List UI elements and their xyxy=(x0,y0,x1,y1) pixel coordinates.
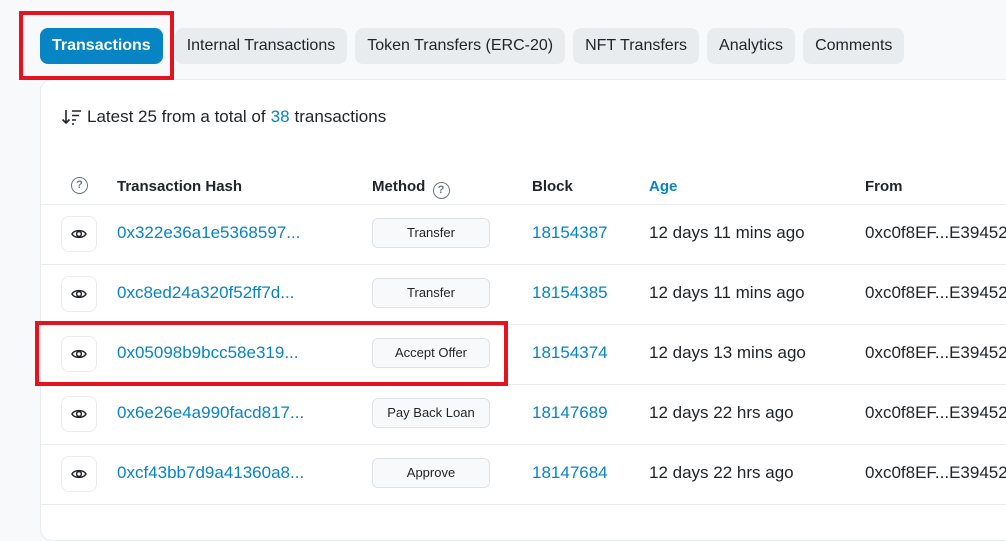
transaction-count-link[interactable]: 38 xyxy=(271,107,290,127)
age-text: 12 days 11 mins ago xyxy=(649,283,805,302)
column-from: From xyxy=(865,178,903,195)
tab-comments[interactable]: Comments xyxy=(803,28,905,64)
tab-nft-transfers[interactable]: NFT Transfers xyxy=(573,28,700,64)
preview-button[interactable] xyxy=(61,216,97,252)
block-link[interactable]: 18154387 xyxy=(532,223,608,243)
summary-suffix: transactions xyxy=(294,107,387,126)
from-address[interactable]: 0xc0f8EF...E39452 xyxy=(865,343,1006,363)
table-row: 0x322e36a1e5368597... Transfer 18154387 … xyxy=(41,204,1006,265)
block-link[interactable]: 18154374 xyxy=(532,343,608,363)
method-badge: Transfer xyxy=(372,218,490,248)
column-method-label: Method xyxy=(372,178,426,195)
transaction-hash-link[interactable]: 0x322e36a1e5368597... xyxy=(117,223,300,243)
column-block: Block xyxy=(532,178,573,195)
preview-button[interactable] xyxy=(61,336,97,372)
transaction-hash-link[interactable]: 0xcf43bb7d9a41360a8... xyxy=(117,463,304,483)
method-badge: Accept Offer xyxy=(372,338,490,368)
block-link[interactable]: 18147684 xyxy=(532,463,608,483)
transaction-hash-link[interactable]: 0x6e26e4a990facd817... xyxy=(117,403,304,423)
tab-analytics[interactable]: Analytics xyxy=(707,28,796,64)
age-text: 12 days 11 mins ago xyxy=(649,223,805,242)
table-row: 0x6e26e4a990facd817... Pay Back Loan 181… xyxy=(41,384,1006,445)
transaction-hash-link[interactable]: 0x05098b9bcc58e319... xyxy=(117,343,299,363)
preview-button[interactable] xyxy=(61,396,97,432)
help-icon[interactable]: ? xyxy=(71,177,88,194)
table-row: 0x05098b9bcc58e319... Accept Offer 18154… xyxy=(41,324,1006,385)
from-address[interactable]: 0xc0f8EF...E39452 xyxy=(865,223,1006,243)
tab-bar: Transactions Internal Transactions Token… xyxy=(40,28,905,64)
summary-prefix: Latest 25 from a total of xyxy=(87,107,266,126)
eye-icon xyxy=(71,349,87,359)
table-row: 0xc8ed24a320f52ff7d... Transfer 18154385… xyxy=(41,264,1006,325)
method-badge: Transfer xyxy=(372,278,490,308)
table-header: ? Transaction Hash Method ? Block Age Fr… xyxy=(41,168,1006,205)
age-text: 12 days 13 mins ago xyxy=(649,343,806,362)
column-transaction-hash: Transaction Hash xyxy=(117,178,243,195)
block-link[interactable]: 18154385 xyxy=(532,283,608,303)
transaction-hash-link[interactable]: 0xc8ed24a320f52ff7d... xyxy=(117,283,294,303)
tab-internal-transactions[interactable]: Internal Transactions xyxy=(174,28,348,64)
eye-icon xyxy=(71,469,87,479)
transactions-card: Latest 25 from a total of 38 transaction… xyxy=(40,79,1006,541)
table-row: 0xcf43bb7d9a41360a8... Approve 18147684 … xyxy=(41,444,1006,505)
eye-icon xyxy=(71,289,87,299)
preview-button[interactable] xyxy=(61,276,97,312)
age-text: 12 days 22 hrs ago xyxy=(649,403,794,422)
from-address[interactable]: 0xc0f8EF...E39452 xyxy=(865,463,1006,483)
method-badge: Pay Back Loan xyxy=(372,398,490,428)
method-help-icon[interactable]: ? xyxy=(432,182,450,199)
transactions-summary: Latest 25 from a total of 38 transaction… xyxy=(61,107,386,127)
tab-token-transfers[interactable]: Token Transfers (ERC-20) xyxy=(355,28,566,64)
column-method: Method ? xyxy=(372,178,450,199)
eye-icon xyxy=(71,229,87,239)
from-address[interactable]: 0xc0f8EF...E39452 xyxy=(865,403,1006,423)
sort-descending-icon xyxy=(61,110,81,125)
eye-icon xyxy=(71,409,87,419)
preview-button[interactable] xyxy=(61,456,97,492)
method-badge: Approve xyxy=(372,458,490,488)
age-text: 12 days 22 hrs ago xyxy=(649,463,794,482)
block-link[interactable]: 18147689 xyxy=(532,403,608,423)
tab-transactions[interactable]: Transactions xyxy=(40,28,163,64)
from-address[interactable]: 0xc0f8EF...E39452 xyxy=(865,283,1006,303)
column-age-toggle[interactable]: Age xyxy=(649,178,677,195)
